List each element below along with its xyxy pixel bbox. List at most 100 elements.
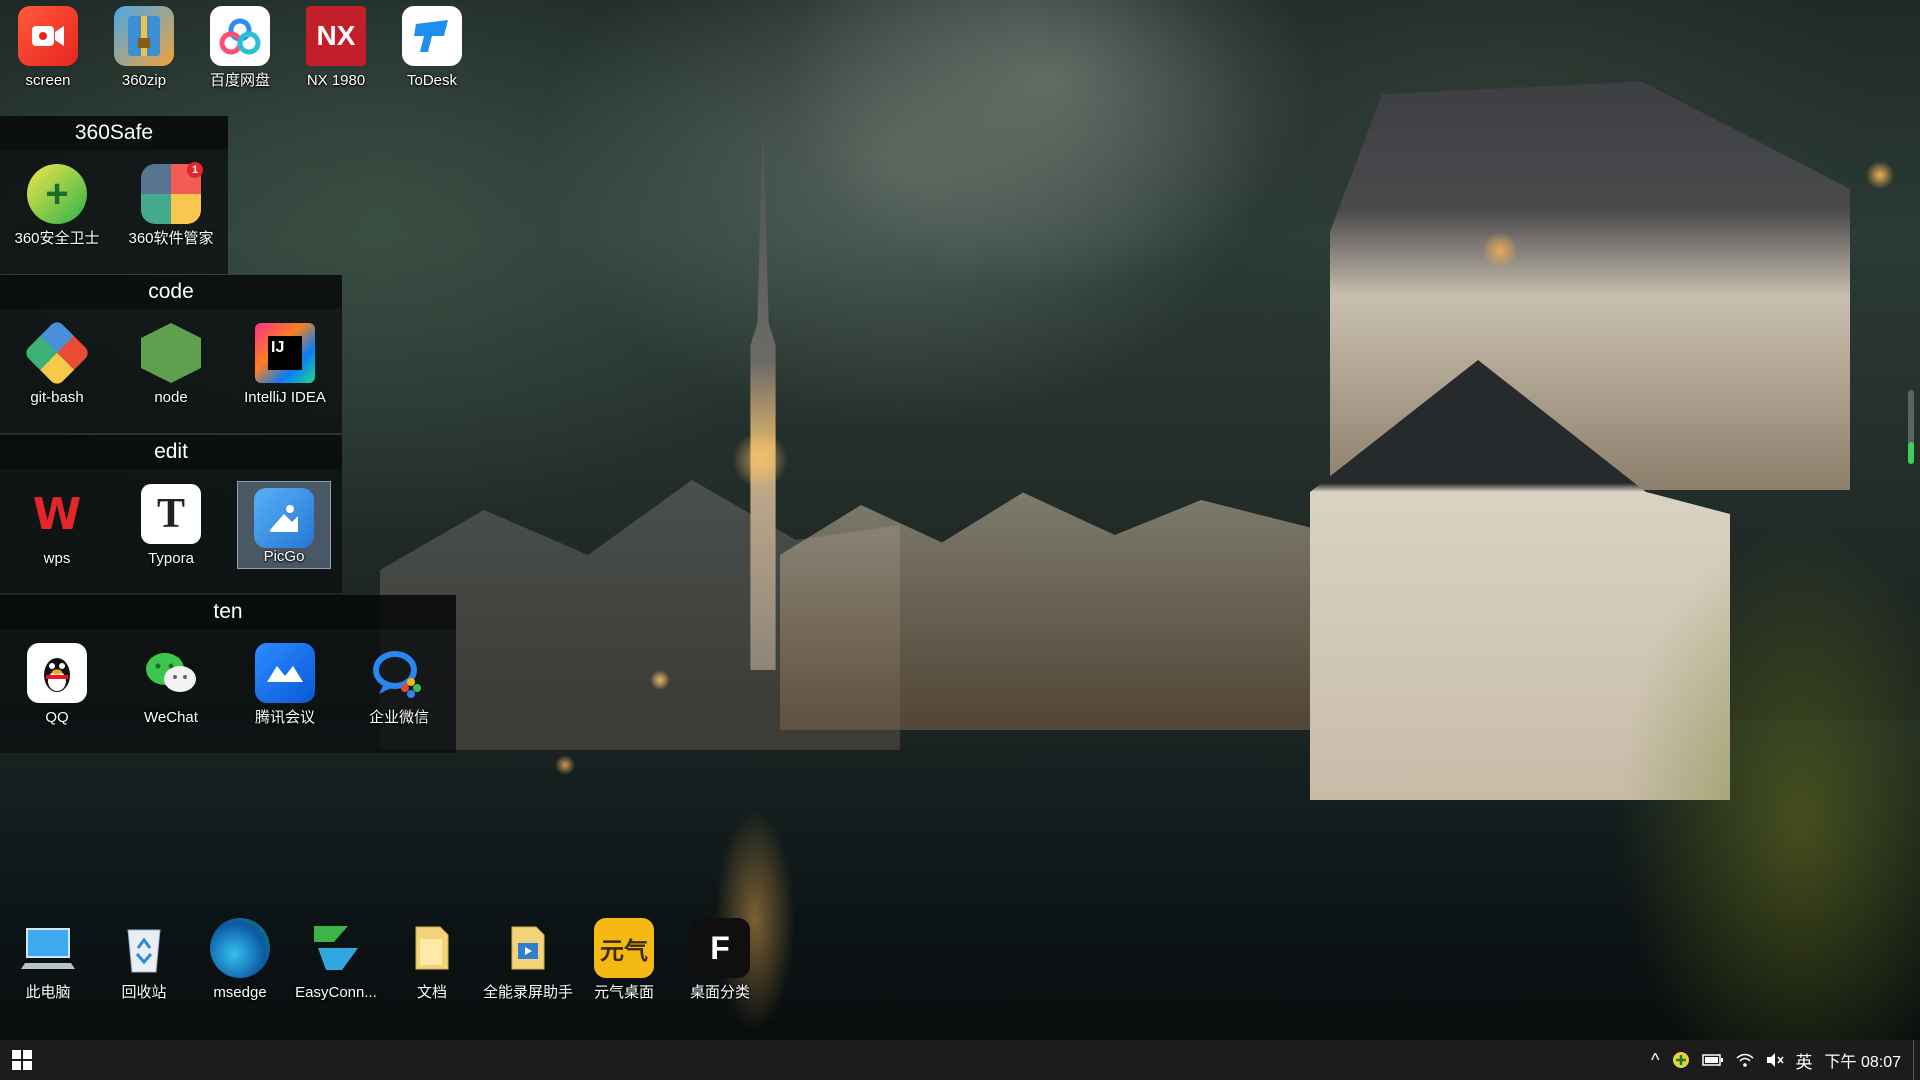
screen-recorder-icon [18,6,78,66]
icon-label: 桌面分类 [689,984,750,1001]
fence-item-intellij[interactable]: IJ IntelliJ IDEA [236,317,334,413]
fence-title[interactable]: 360Safe [0,116,228,150]
fence-title[interactable]: ten [0,595,456,629]
side-scroll-indicator[interactable] [1908,390,1914,464]
volume-muted-icon[interactable] [1760,1040,1790,1080]
desktop-icon-recycle-bin[interactable]: 回收站 [96,912,192,1008]
desktop-organizer-icon: F [690,918,750,978]
ime-label: 英 [1795,1052,1813,1072]
desktop-icon-desktop-organizer[interactable]: F 桌面分类 [672,912,768,1008]
qq-penguin-icon [27,643,87,703]
icon-label: node [154,389,188,406]
plus-shield-icon: + [27,164,87,224]
desktop-icon-msedge[interactable]: msedge [192,912,288,1008]
icon-label: git-bash [30,389,84,406]
show-hidden-icons-button[interactable]: ^ [1645,1040,1665,1080]
fence-item-typora[interactable]: T Typora [122,478,220,574]
icon-label: 360软件管家 [128,230,214,247]
git-icon [23,319,91,387]
icon-label: EasyConn... [295,984,377,1001]
fence-title[interactable]: code [0,275,342,309]
notification-badge: 1 [187,162,203,178]
tray-360-icon[interactable] [1666,1040,1696,1080]
icon-label: msedge [213,984,267,1001]
wallpaper-app-icon: 元气 [594,918,654,978]
fenlei-glyph: F [710,929,730,966]
fence-item-wecom[interactable]: 企业微信 [350,637,448,733]
icon-label: 文档 [416,984,447,1001]
computer-icon [18,918,78,978]
wps-icon: W [27,484,87,544]
yuanqi-glyph: 元气 [600,937,648,965]
wifi-icon[interactable] [1730,1040,1760,1080]
fence-item-qq[interactable]: QQ [8,637,106,733]
desktop-icon-baidu-netdisk[interactable]: 百度网盘 [192,0,288,96]
icon-label: WeChat [144,709,198,726]
icon-label: 此电脑 [25,984,71,1001]
start-button[interactable] [0,1040,44,1080]
icon-label: IntelliJ IDEA [244,389,326,406]
screen-record-file-icon [498,918,558,978]
fence-item-git-bash[interactable]: git-bash [8,317,106,413]
fence-item-wps[interactable]: W wps [8,478,106,574]
clock[interactable]: 下午 08:07 [1819,1040,1914,1080]
icon-label: 360安全卫士 [14,230,100,247]
icon-label: 企业微信 [368,709,429,726]
nodejs-icon [141,323,201,383]
wecom-icon [369,643,429,703]
clock-time: 下午 08:07 [1824,1054,1902,1071]
desktop-icon-screen-recorder[interactable]: 全能录屏助手 [480,912,576,1008]
desktop-icon-360zip[interactable]: 360zip [96,0,192,96]
input-method-indicator[interactable]: 英 [1790,1040,1819,1080]
icon-label: QQ [45,709,69,726]
desktop-icon-nx[interactable]: NX NX 1980 [288,0,384,96]
software-manager-icon: 1 [141,162,203,224]
battery-icon[interactable] [1696,1040,1730,1080]
icon-label: screen [25,72,71,89]
desktop-icon-screen[interactable]: screen [0,0,96,96]
icon-label: Typora [148,550,194,567]
archive-icon [114,6,174,66]
icon-label: NX 1980 [306,72,366,89]
icon-label: wps [43,550,71,567]
icon-label: 回收站 [121,984,167,1001]
icon-label: PicGo [263,548,305,565]
desktop-icon-yuanqi[interactable]: 元气 元气桌面 [576,912,672,1008]
fence-item-360-security[interactable]: + 360安全卫士 [8,158,106,254]
system-tray: ^ 英 下午 08:07 [1645,1040,1920,1080]
desktop-icon-easyconnect[interactable]: EasyConn... [288,912,384,1008]
recycle-bin-icon [114,918,174,978]
wechat-icon [141,643,201,703]
nx-glyph: NX [316,20,356,51]
wps-glyph: W [32,488,82,540]
nx-cad-icon: NX [306,6,366,66]
picgo-icon [254,488,314,548]
typora-glyph: T [156,491,185,537]
icon-label: 元气桌面 [593,984,654,1001]
folder-icon [402,918,462,978]
fence-item-tencent-meeting[interactable]: 腾讯会议 [236,637,334,733]
icon-label: ToDesk [406,72,458,89]
fence-item-picgo[interactable]: PicGo [237,481,331,569]
fence-item-node[interactable]: node [122,317,220,413]
easyconnect-icon [306,918,366,978]
chevron-up-icon: ^ [1651,1049,1660,1070]
side-scroll-thumb[interactable] [1908,442,1914,464]
plus-glyph: + [45,171,69,216]
typora-icon: T [141,484,201,544]
windows-start-icon [12,1050,32,1070]
tencent-meeting-icon [255,643,315,703]
desktop-icon-todesk[interactable]: ToDesk [384,0,480,96]
cloud-drive-icon [210,6,270,66]
fence-item-wechat[interactable]: WeChat [122,637,220,733]
edge-browser-icon [210,918,270,978]
desktop-icon-this-pc[interactable]: 此电脑 [0,912,96,1008]
taskbar: ^ 英 下午 08:07 [0,1040,1920,1080]
show-desktop-button[interactable] [1913,1040,1920,1080]
remote-desktop-icon [402,6,462,66]
desktop-icon-documents[interactable]: 文档 [384,912,480,1008]
fence-item-360-software-manager[interactable]: 1 360软件管家 [122,158,220,254]
icon-label: 百度网盘 [209,72,270,89]
intellij-glyph: IJ [268,336,302,370]
fence-title[interactable]: edit [0,435,342,469]
